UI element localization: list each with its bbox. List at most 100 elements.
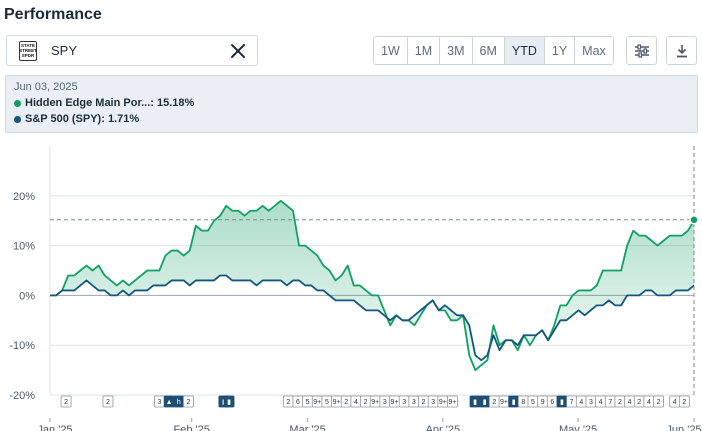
- range-max-button[interactable]: Max: [575, 37, 613, 64]
- event-marker[interactable]: 2: [360, 395, 371, 408]
- event-marker-label: ▲: [166, 399, 173, 406]
- event-marker[interactable]: 6: [546, 395, 558, 408]
- event-marker[interactable]: 2: [633, 395, 645, 408]
- performance-chart[interactable]: 20% 10% 0% -10% -20% Jan '25 Feb '25 Mar '25 Ap…: [0, 140, 702, 431]
- close-icon[interactable]: [229, 42, 247, 60]
- event-marker[interactable]: 2: [488, 395, 500, 408]
- event-marker[interactable]: 5: [321, 395, 333, 408]
- event-marker[interactable]: 7: [566, 395, 578, 408]
- event-marker-label: 2: [364, 399, 368, 406]
- event-marker[interactable]: 2: [418, 395, 429, 408]
- event-marker[interactable]: 9+: [369, 395, 381, 408]
- event-marker[interactable]: 6: [292, 395, 304, 408]
- event-marker[interactable]: 4: [624, 395, 635, 408]
- event-marker[interactable]: 9+: [311, 395, 323, 408]
- event-marker[interactable]: 3: [585, 395, 597, 408]
- event-marker-label: ▮: [560, 399, 564, 406]
- event-marker-label: ▮: [473, 399, 477, 406]
- event-marker[interactable]: 4: [350, 395, 362, 408]
- range-6m-button[interactable]: 6M: [472, 37, 505, 64]
- x-tick-label: Apr '25: [426, 424, 461, 431]
- symbol-value[interactable]: SPY: [51, 43, 77, 58]
- event-marker[interactable]: 9+: [447, 395, 458, 408]
- event-marker[interactable]: 4: [595, 395, 607, 408]
- x-tick-label: May '25: [559, 424, 597, 431]
- event-marker[interactable]: ▮: [479, 395, 491, 408]
- event-marker[interactable]: ▲: [163, 395, 175, 408]
- spy-dot-icon: [14, 115, 21, 123]
- x-tick-label: Mar '25: [289, 424, 325, 431]
- logo-line-3: SPDR: [21, 53, 35, 58]
- event-marker-label: 3: [589, 399, 593, 406]
- download-button[interactable]: [666, 36, 697, 65]
- event-marker[interactable]: 2: [340, 395, 352, 408]
- event-marker[interactable]: 2: [653, 395, 664, 408]
- event-marker-label: ▮: [227, 399, 231, 406]
- event-marker-label: 2: [106, 399, 110, 406]
- event-marker[interactable]: 2: [678, 395, 690, 408]
- portfolio-dot-icon: [14, 99, 21, 107]
- sliders-icon: [634, 43, 649, 58]
- event-marker[interactable]: ▮: [469, 395, 481, 408]
- event-marker[interactable]: 2: [60, 395, 72, 408]
- event-marker[interactable]: 3: [408, 395, 420, 408]
- event-marker-label: 3: [412, 399, 416, 406]
- settings-button[interactable]: [626, 36, 657, 65]
- event-marker[interactable]: 7: [604, 395, 616, 408]
- tooltip-date: Jun 03, 2025: [14, 81, 78, 93]
- event-marker-label: 2: [187, 399, 191, 406]
- event-marker[interactable]: 4: [669, 395, 681, 408]
- event-marker-label: 4: [599, 399, 603, 406]
- range-selector: 1W 1M 3M 6M YTD 1Y Max: [373, 36, 614, 65]
- event-marker[interactable]: 9+: [437, 395, 449, 408]
- event-marker-label: 6: [296, 399, 300, 406]
- range-1m-button[interactable]: 1M: [407, 37, 441, 64]
- event-marker-label: 3: [402, 399, 406, 406]
- event-marker[interactable]: 9+: [389, 395, 400, 408]
- event-marker[interactable]: 2: [614, 395, 626, 408]
- event-marker-label: 7: [570, 399, 574, 406]
- event-marker-label: 2: [64, 399, 68, 406]
- event-marker[interactable]: ▮: [556, 395, 568, 408]
- event-marker[interactable]: 3: [379, 395, 391, 408]
- event-marker-label: 2: [492, 399, 496, 406]
- event-marker[interactable]: 5: [302, 395, 314, 408]
- event-marker[interactable]: 3: [427, 395, 439, 408]
- event-marker[interactable]: 4: [643, 395, 655, 408]
- event-marker[interactable]: 2: [183, 395, 194, 408]
- event-marker-label: ▮: [512, 399, 516, 406]
- symbol-input[interactable]: STATE STREET SPDR SPY: [6, 35, 258, 66]
- event-marker-label: 8: [521, 399, 525, 406]
- range-ytd-button[interactable]: YTD: [504, 37, 545, 64]
- event-marker[interactable]: 5: [527, 395, 539, 408]
- event-marker[interactable]: 4: [575, 395, 587, 408]
- event-marker-label: 9+: [391, 399, 399, 406]
- range-1y-button[interactable]: 1Y: [544, 37, 576, 64]
- spdr-logo: STATE STREET SPDR: [19, 40, 37, 61]
- event-marker-label: 2: [637, 399, 641, 406]
- event-marker[interactable]: 9+: [331, 395, 342, 408]
- event-marker[interactable]: h: [173, 395, 185, 408]
- event-marker-label: 9+: [333, 399, 341, 406]
- event-marker-label: 3: [158, 399, 162, 406]
- event-marker[interactable]: 9: [537, 395, 549, 408]
- y-tick-label: -10%: [9, 340, 35, 352]
- event-marker[interactable]: ▮: [223, 395, 235, 408]
- y-tick-label: 10%: [13, 241, 35, 253]
- range-3m-button[interactable]: 3M: [440, 37, 473, 64]
- event-marker-label: 3: [383, 399, 387, 406]
- event-marker-label: 9+: [449, 399, 457, 406]
- event-marker[interactable]: 9+: [498, 395, 510, 408]
- event-marker[interactable]: 2: [282, 395, 294, 408]
- tooltip-portfolio-label: Hidden Edge Main Por...: 15.18%: [25, 97, 195, 109]
- event-marker[interactable]: 2: [102, 395, 114, 408]
- event-marker[interactable]: ▮: [508, 395, 520, 408]
- range-1w-button[interactable]: 1W: [374, 37, 408, 64]
- event-marker-label: 2: [618, 399, 622, 406]
- event-marker[interactable]: 8: [517, 395, 529, 408]
- event-marker[interactable]: 3: [398, 395, 410, 408]
- event-marker-label: 2: [682, 399, 686, 406]
- event-marker-label: 7: [608, 399, 612, 406]
- event-marker[interactable]: 3: [154, 395, 165, 408]
- y-tick-label: -20%: [9, 390, 35, 402]
